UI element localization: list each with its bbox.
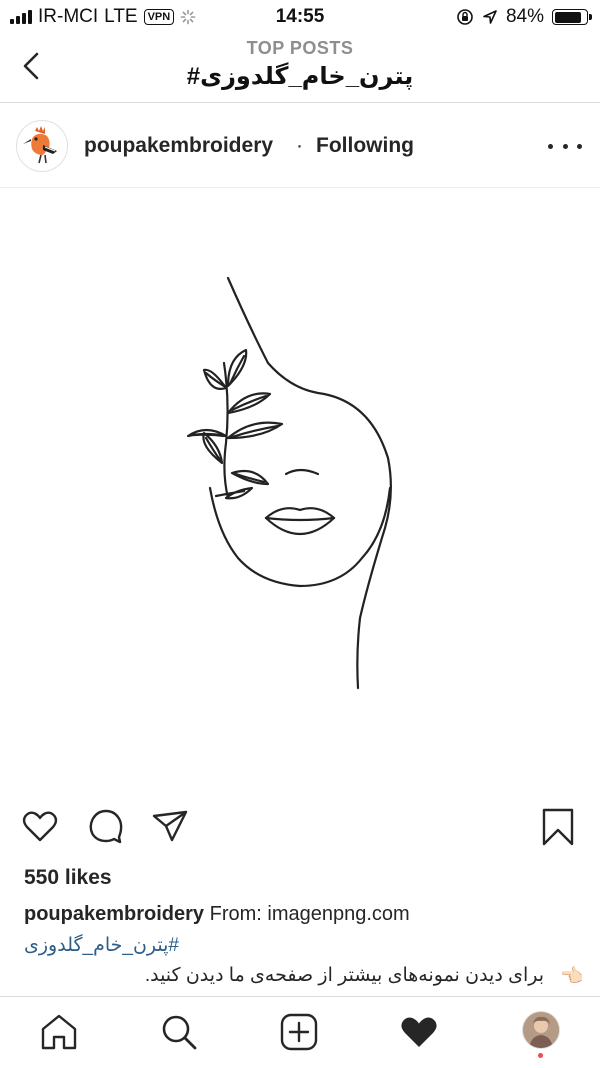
header-subtitle: TOP POSTS (246, 38, 354, 58)
save-button[interactable] (538, 806, 578, 846)
post-header: poupakembroidery · Following (0, 103, 600, 188)
post-image[interactable] (0, 188, 600, 788)
location-icon (483, 10, 497, 24)
add-post-icon (280, 1013, 318, 1051)
search-tab[interactable] (158, 1011, 200, 1053)
profile-tab[interactable] (522, 1011, 560, 1049)
bookmark-icon (542, 808, 574, 846)
following-button[interactable]: Following (316, 134, 414, 158)
send-icon (152, 810, 188, 842)
description-text: برای دیدن نمونه‌های بیشتر از صفحه‌ی ما د… (144, 965, 544, 986)
notification-dot (538, 1053, 543, 1058)
like-button[interactable] (20, 806, 60, 846)
battery-icon (552, 9, 592, 25)
more-options-button[interactable] (548, 133, 582, 159)
post-username[interactable]: poupakembroidery (84, 134, 273, 158)
search-icon (162, 1015, 197, 1050)
battery-level (554, 11, 581, 23)
orientation-lock-icon (457, 9, 473, 25)
avatar[interactable] (16, 120, 68, 172)
status-right: 84% (456, 6, 592, 28)
header-title: #پترن_خام_گلدوزی (186, 63, 414, 90)
likes-count[interactable]: 550 likes (24, 866, 112, 890)
status-bar: IR-MCI LTE VPN 14:55 84% (0, 0, 600, 36)
new-post-tab[interactable] (278, 1011, 320, 1053)
line-art-face-illustration (186, 276, 392, 690)
home-tab[interactable] (38, 1011, 80, 1053)
pointing-hand-emoji: 👈🏻 (560, 966, 584, 987)
top-header: TOP POSTS #پترن_خام_گلدوزی (0, 36, 600, 103)
profile-avatar (523, 1012, 559, 1048)
post-actions (0, 800, 600, 858)
heart-icon (22, 811, 58, 842)
activity-tab[interactable] (398, 1011, 440, 1053)
caption-text: From: imagenpng.com (209, 903, 410, 925)
caption: poupakembroidery From: imagenpng.com (24, 903, 410, 926)
caption-username[interactable]: poupakembroidery (24, 903, 204, 925)
share-button[interactable] (150, 806, 190, 846)
battery-percent: 84% (505, 6, 544, 27)
comment-icon (89, 809, 123, 844)
caption-description: برای دیدن نمونه‌های بیشتر از صفحه‌ی ما د… (24, 960, 584, 996)
hashtag-link[interactable]: #پترن_خام_گلدوزی (24, 934, 179, 957)
home-icon (41, 1014, 77, 1050)
hoopoe-bird-logo (23, 126, 57, 164)
comment-button[interactable] (86, 806, 126, 846)
more-horizontal-icon (548, 143, 553, 149)
separator-dot: · (296, 134, 303, 157)
instagram-screen: IR-MCI LTE VPN 14:55 84% TOP POSTS #پترن… (0, 0, 600, 1068)
bottom-navigation (0, 996, 600, 1068)
heart-filled-icon (401, 1017, 437, 1047)
